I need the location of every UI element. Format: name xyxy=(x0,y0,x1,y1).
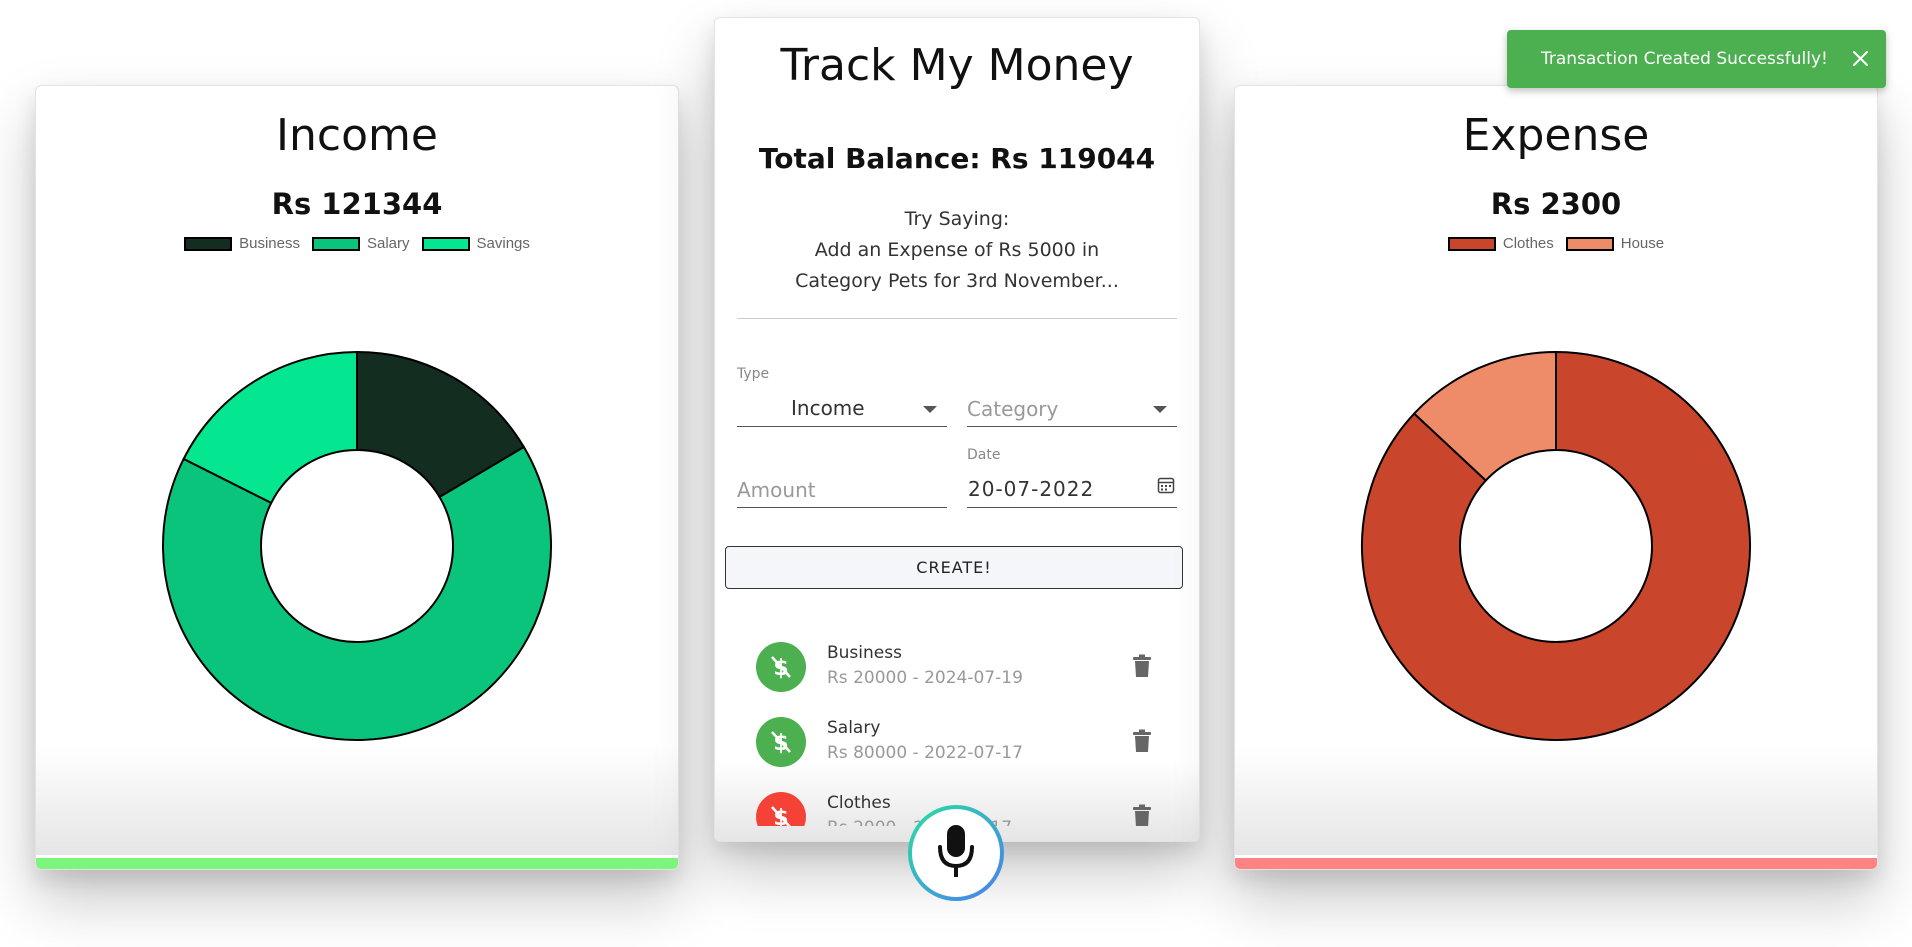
voice-hint: Try Saying: Add an Expense of Rs 5000 in… xyxy=(735,204,1179,297)
delete-icon[interactable] xyxy=(1132,654,1152,682)
list-item: $ Business Rs 20000 - 2024-07-19 xyxy=(715,642,1199,717)
date-value: 20-07-2022 xyxy=(968,477,1095,501)
chevron-down-icon xyxy=(923,406,937,413)
expense-card: Expense Rs 2300 Clothes House xyxy=(1234,85,1878,870)
dollar-icon: $ xyxy=(756,642,806,692)
expense-legend-item[interactable]: House xyxy=(1565,235,1665,252)
main-card: Track My Money Total Balance: Rs 119044 … xyxy=(714,17,1200,842)
income-legend-item[interactable]: Business xyxy=(184,235,300,252)
expense-bottom-bar xyxy=(1235,858,1877,869)
expense-legend-item[interactable]: Clothes xyxy=(1447,235,1554,252)
income-bottom-bar xyxy=(36,858,678,869)
income-legend: Business Salary Savings xyxy=(36,235,678,252)
income-legend-item[interactable]: Salary xyxy=(311,235,410,252)
dollar-icon: $ xyxy=(756,792,806,826)
hint-line: Category Pets for 3rd November... xyxy=(795,270,1119,292)
income-slice-salary[interactable] xyxy=(162,445,552,741)
amount-placeholder: Amount xyxy=(737,478,816,502)
delete-icon[interactable] xyxy=(1132,729,1152,757)
category-placeholder: Category xyxy=(967,397,1059,421)
expense-donut-chart xyxy=(1361,350,1751,741)
transaction-name: Salary xyxy=(827,718,881,738)
hint-line: Try Saying: xyxy=(904,208,1010,230)
income-legend-item[interactable]: Savings xyxy=(421,235,530,252)
legend-swatch xyxy=(1565,236,1614,251)
hint-line: Add an Expense of Rs 5000 in xyxy=(814,239,1100,261)
transaction-name: Business xyxy=(827,643,902,663)
legend-label: Business xyxy=(239,235,300,252)
income-donut-chart xyxy=(162,350,552,741)
toast-message: Transaction Created Successfully! xyxy=(1541,49,1828,69)
calendar-icon[interactable] xyxy=(1157,476,1175,498)
legend-swatch xyxy=(311,236,360,251)
chevron-down-icon xyxy=(1153,406,1167,413)
amount-field[interactable]: Amount xyxy=(737,475,947,508)
type-select[interactable]: Type Income xyxy=(737,366,947,427)
delete-icon[interactable] xyxy=(1132,804,1152,826)
type-value: Income xyxy=(791,396,865,420)
legend-label: Clothes xyxy=(1502,235,1554,252)
create-button[interactable]: CREATE! xyxy=(725,546,1183,589)
divider xyxy=(737,318,1177,319)
transaction-list: $ Business Rs 20000 - 2024-07-19 $ Salar… xyxy=(715,618,1199,826)
legend-label: House xyxy=(1620,235,1665,252)
legend-swatch xyxy=(421,236,470,251)
transaction-detail: Rs 20000 - 2024-07-19 xyxy=(827,668,1023,688)
expense-legend: Clothes House xyxy=(1235,235,1877,252)
transaction-name: Clothes xyxy=(827,793,891,813)
expense-title: Expense xyxy=(1462,110,1650,161)
type-label: Type xyxy=(737,366,770,382)
transaction-detail: Rs 80000 - 2022-07-17 xyxy=(827,743,1023,763)
category-select[interactable]: Category xyxy=(967,394,1177,427)
expense-total: Rs 2300 xyxy=(1490,187,1622,221)
microphone-icon xyxy=(936,823,976,883)
income-card: Income Rs 121344 Business Salary Savings xyxy=(35,85,679,870)
date-field[interactable]: Date 20-07-2022 xyxy=(967,447,1177,508)
microphone-button[interactable] xyxy=(908,805,1004,901)
legend-swatch xyxy=(1447,236,1496,251)
income-title: Income xyxy=(276,110,438,161)
close-icon[interactable] xyxy=(1852,50,1869,72)
legend-label: Salary xyxy=(366,235,410,252)
total-balance: Total Balance: Rs 119044 xyxy=(758,142,1156,175)
app-title: Track My Money xyxy=(780,40,1134,91)
legend-swatch xyxy=(184,236,233,251)
success-toast: Transaction Created Successfully! xyxy=(1507,30,1886,88)
list-item: $ Salary Rs 80000 - 2022-07-17 xyxy=(715,717,1199,792)
date-label: Date xyxy=(967,447,1001,463)
legend-label: Savings xyxy=(476,235,530,252)
dollar-icon: $ xyxy=(756,717,806,767)
income-total: Rs 121344 xyxy=(271,187,443,221)
